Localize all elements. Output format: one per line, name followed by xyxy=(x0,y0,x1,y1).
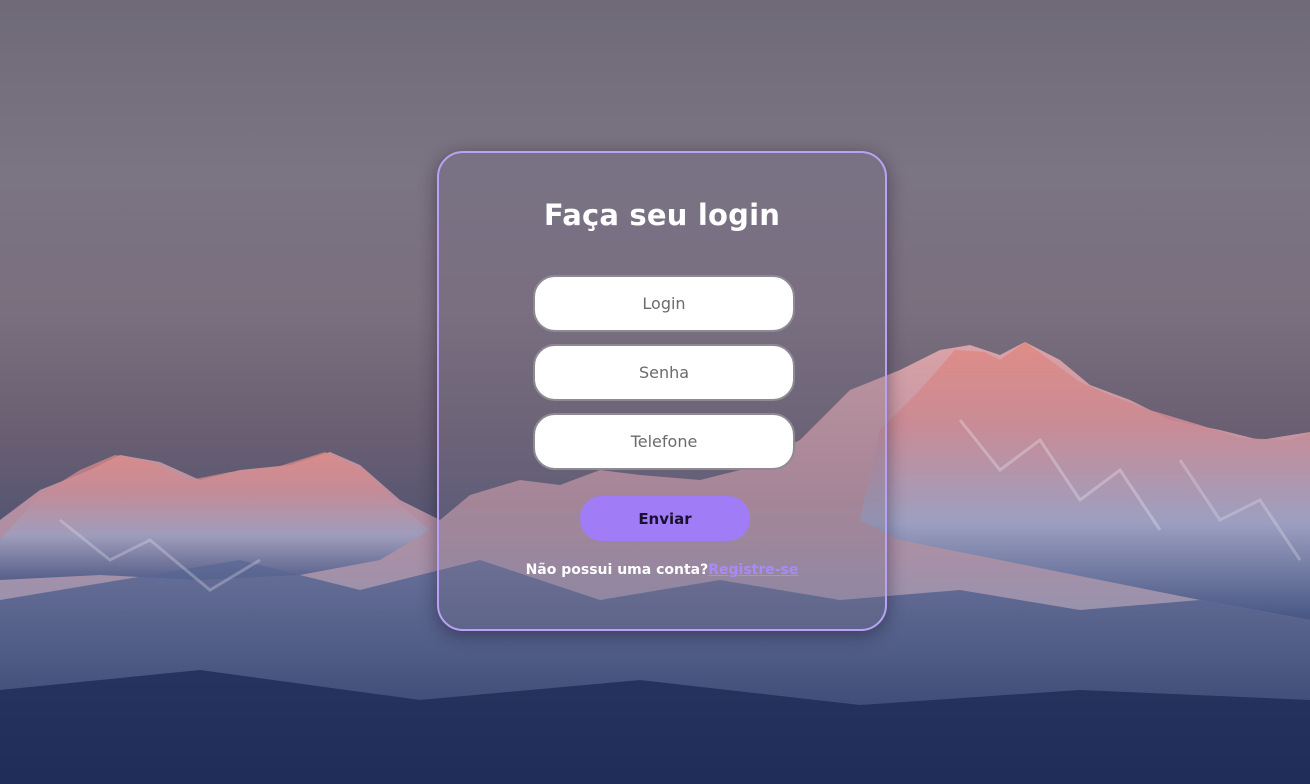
phone-input[interactable] xyxy=(533,413,795,470)
login-title: Faça seu login xyxy=(543,198,781,232)
register-link[interactable]: Registre-se xyxy=(708,562,798,578)
register-prompt-text: Não possui uma conta? xyxy=(525,562,709,578)
password-input[interactable] xyxy=(533,344,795,401)
login-card: Faça seu login Enviar Não possui uma con… xyxy=(437,151,887,631)
submit-button[interactable]: Enviar xyxy=(580,496,750,541)
login-input[interactable] xyxy=(533,275,795,332)
register-prompt-line: Não possui uma conta?Registre-se xyxy=(439,562,885,578)
